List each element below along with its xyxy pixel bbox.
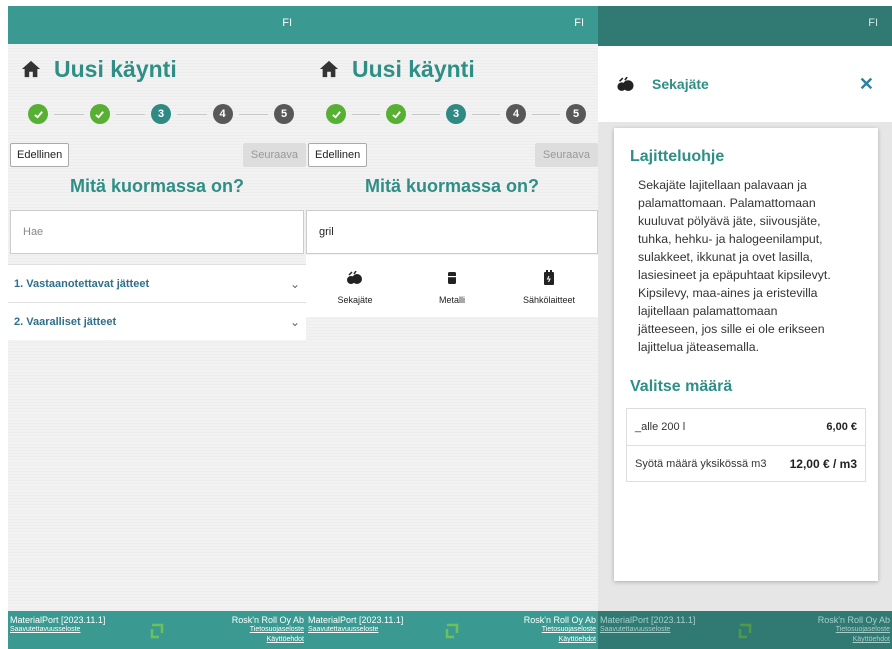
- step-3: 3: [446, 104, 466, 124]
- step-4: 4: [506, 104, 526, 124]
- home-icon[interactable]: [318, 59, 340, 79]
- amount-option-m3[interactable]: Syötä määrä yksikössä m3 12,00 € / m3: [627, 445, 865, 481]
- step-5: 5: [274, 104, 294, 124]
- materialport-logo-icon: [150, 623, 164, 639]
- nav-row: Edellinen Seuraava: [8, 140, 306, 170]
- category-accepted-waste[interactable]: 1. Vastaanotettavat jätteet ⌄: [8, 264, 306, 302]
- language-switch[interactable]: FI: [868, 17, 878, 29]
- result-label: Metalli: [438, 295, 465, 305]
- option-price: 12,00 € / m3: [789, 456, 857, 471]
- top-bar: FI: [598, 6, 892, 46]
- close-icon[interactable]: ✕: [859, 74, 874, 95]
- accessibility-link[interactable]: Saavutettavuusseloste: [600, 625, 695, 635]
- top-bar: FI: [8, 6, 306, 44]
- result-metal[interactable]: Metalli: [417, 267, 487, 317]
- option-price: 6,00 €: [826, 421, 857, 433]
- electronics-icon: [544, 270, 554, 285]
- accessibility-link[interactable]: Saavutettavuusseloste: [10, 625, 105, 635]
- step-5: 5: [566, 104, 586, 124]
- company-name: Rosk'n Roll Oy Ab: [817, 615, 890, 625]
- next-button[interactable]: Seuraava: [534, 143, 598, 167]
- amount-options: _alle 200 l 6,00 € Syötä määrä yksikössä…: [626, 408, 866, 482]
- privacy-link[interactable]: Tietosuojaseloste: [818, 625, 890, 635]
- accessibility-link[interactable]: Saavutettavuusseloste: [308, 625, 403, 635]
- search-input[interactable]: Hae: [10, 210, 304, 254]
- step-4: 4: [212, 104, 233, 124]
- result-mixed-waste[interactable]: Sekajäte: [320, 267, 390, 317]
- next-button[interactable]: Seuraava: [242, 143, 306, 167]
- privacy-link[interactable]: Tietosuojaseloste: [524, 625, 596, 635]
- result-electronics[interactable]: Sähkölaitteet: [514, 267, 584, 317]
- screen-search-results: FI Uusi käynti 3 4 5 Edellinen Seuraava …: [306, 6, 598, 649]
- terms-link[interactable]: Käyttöehdot: [232, 635, 304, 645]
- footer: MaterialPort [2023.11.1] Saavutettavuuss…: [306, 611, 598, 649]
- page-title-text: Uusi käynti: [54, 55, 177, 82]
- amount-heading: Valitse määrä: [630, 378, 733, 395]
- home-icon[interactable]: [20, 59, 42, 79]
- materialport-logo-icon: [738, 623, 752, 639]
- screens: FI Uusi käynti 3 4 5 Edellinen Seuraava …: [0, 0, 892, 649]
- language-switch[interactable]: FI: [282, 17, 292, 29]
- result-label: Sekajäte: [337, 295, 373, 305]
- category-label: 1. Vastaanotettavat jätteet: [14, 277, 150, 290]
- option-label: Syötä määrä yksikössä m3: [635, 457, 767, 470]
- privacy-link[interactable]: Tietosuojaseloste: [232, 625, 304, 635]
- progress-stepper: 3 4 5: [306, 94, 598, 134]
- mixed-waste-icon: [617, 76, 634, 91]
- screen-waste-detail-modal: FI Sekajäte ✕ Lajitteluohje Sekajäte laj…: [598, 6, 892, 649]
- nav-row: Edellinen Seuraava: [306, 140, 598, 170]
- footer: MaterialPort [2023.11.1] Saavutettavuuss…: [8, 611, 306, 649]
- mixed-waste-icon: [347, 271, 362, 284]
- version-text: MaterialPort [2023.11.1]: [600, 615, 696, 625]
- version-text: MaterialPort [2023.11.1]: [10, 615, 106, 625]
- step-2-done-icon: [89, 104, 110, 124]
- step-3: 3: [151, 104, 171, 124]
- step-1-done-icon: [28, 104, 48, 124]
- modal-card: Lajitteluohje Sekajäte lajitellaan palav…: [614, 128, 878, 581]
- sorting-guide-text: Sekajäte lajitellaan palavaan ja palamat…: [638, 178, 831, 354]
- progress-stepper: 3 4 5: [8, 94, 306, 134]
- step-1-done-icon: [326, 104, 346, 124]
- category-hazardous-waste[interactable]: 2. Vaaralliset jätteet ⌄: [8, 302, 306, 340]
- previous-button[interactable]: Edellinen: [308, 143, 368, 167]
- search-input[interactable]: gril: [306, 210, 598, 254]
- screen-category-list: FI Uusi käynti 3 4 5 Edellinen Seuraava …: [8, 6, 306, 649]
- terms-link[interactable]: Käyttöehdot: [818, 635, 890, 645]
- modal-header: Sekajäte ✕: [598, 46, 892, 122]
- footer: MaterialPort [2023.11.1] Saavutettavuuss…: [598, 611, 892, 649]
- amount-option-under-200l[interactable]: _alle 200 l 6,00 €: [627, 409, 865, 445]
- language-switch[interactable]: FI: [574, 17, 584, 29]
- top-bar: FI: [306, 6, 598, 44]
- page-title-text: Uusi käynti: [352, 55, 475, 82]
- category-label: 2. Vaaralliset jätteet: [14, 315, 117, 328]
- company-name: Rosk'n Roll Oy Ab: [523, 615, 596, 625]
- chevron-down-icon: ⌄: [289, 276, 300, 291]
- version-text: MaterialPort [2023.11.1]: [308, 615, 404, 625]
- step-2-done-icon: [386, 104, 406, 124]
- option-label: _alle 200 l: [635, 421, 686, 433]
- result-label: Sähkölaitteet: [522, 295, 576, 305]
- page-title: Uusi käynti: [8, 44, 306, 94]
- materialport-logo-icon: [445, 623, 459, 639]
- modal-title: Sekajäte: [652, 76, 709, 92]
- question-heading: Mitä kuormassa on?: [364, 176, 540, 196]
- company-name: Rosk'n Roll Oy Ab: [231, 615, 304, 625]
- page-title: Uusi käynti: [306, 44, 598, 94]
- terms-link[interactable]: Käyttöehdot: [524, 635, 596, 645]
- previous-button[interactable]: Edellinen: [10, 143, 70, 167]
- search-results: Sekajäte Metalli Sähkölaitteet: [306, 255, 598, 317]
- chevron-down-icon: ⌄: [289, 314, 300, 329]
- metal-can-icon: [448, 272, 456, 284]
- sorting-guide-heading: Lajitteluohje: [630, 148, 725, 165]
- question-heading: Mitä kuormassa on?: [69, 176, 245, 196]
